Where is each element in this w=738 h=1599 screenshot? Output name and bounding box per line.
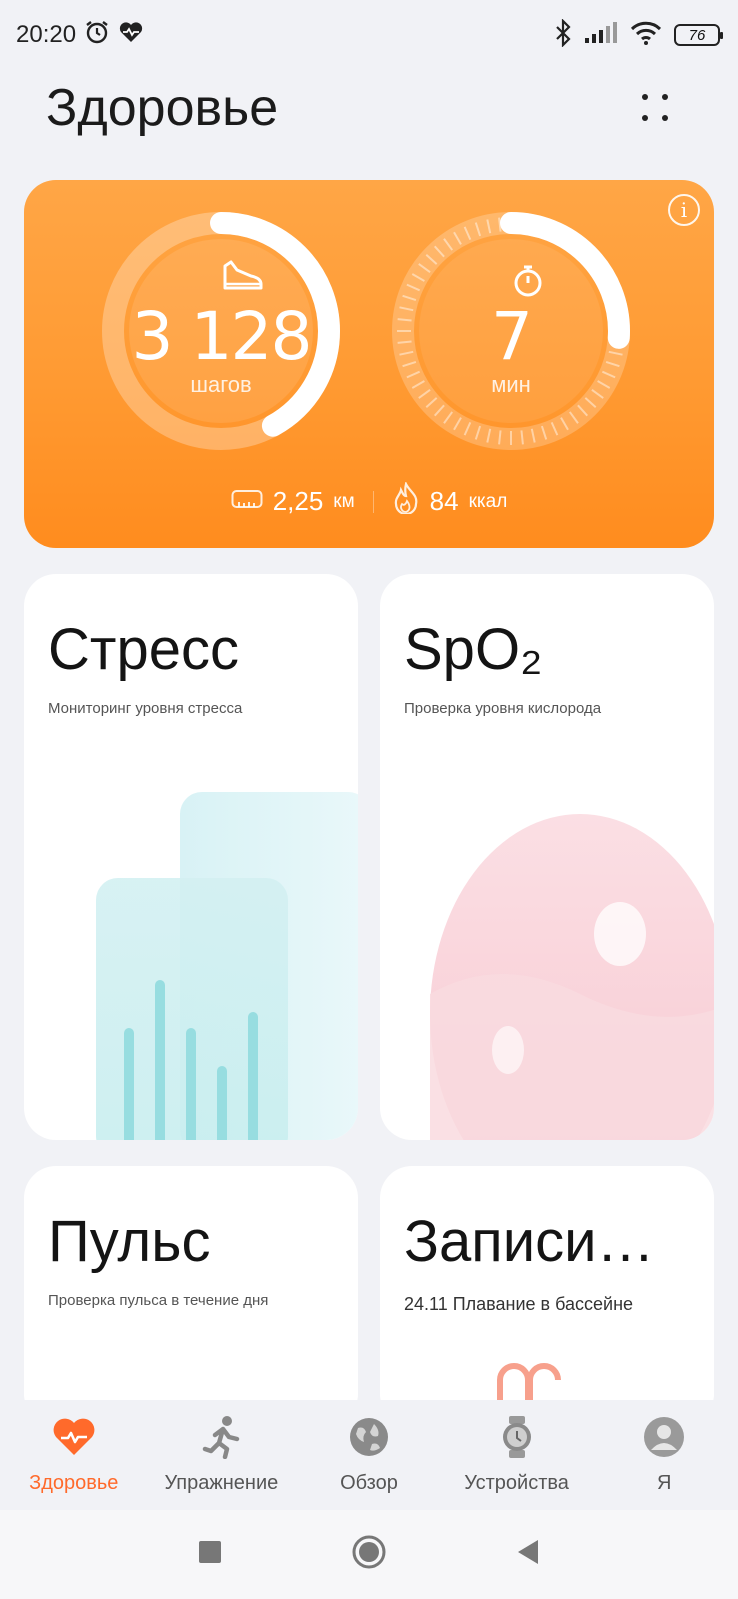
calories-stat: 84 ккал (392, 480, 508, 521)
bluetooth-icon (554, 17, 572, 52)
health-heart-icon (118, 20, 144, 51)
pulse-subtitle: Проверка пульса в течение дня (48, 1292, 269, 1309)
active-time-unit: мин (491, 372, 531, 397)
running-icon (198, 1414, 244, 1460)
nav-devices-label: Устройства (464, 1472, 569, 1494)
nav-overview[interactable]: Обзор (295, 1414, 443, 1495)
battery-indicator: 76 (674, 24, 723, 46)
bottom-navigation: Здоровье Упражнение Обзор Устройства Я (0, 1400, 738, 1510)
calories-unit: ккал (468, 490, 508, 512)
menu-dot (662, 115, 668, 121)
signal-icon (584, 21, 618, 49)
globe-icon (346, 1414, 392, 1460)
status-time: 20:20 (16, 21, 77, 48)
spo2-tile[interactable]: SpO₂ Проверка уровня кислорода (380, 574, 714, 1140)
wifi-icon (630, 21, 662, 50)
status-bar: 20:20 76 (0, 0, 738, 70)
nav-exercise-label: Упражнение (164, 1472, 279, 1494)
pulse-title: Пульс (48, 1209, 211, 1274)
stress-illustration (96, 792, 358, 1140)
stat-divider (372, 490, 374, 513)
nav-health[interactable]: Здоровье (0, 1414, 148, 1495)
profile-icon (641, 1414, 687, 1460)
alarm-icon (84, 19, 110, 52)
activity-card[interactable]: i 3 128 шагов 7 мин 2,25 км 84 ккал (24, 180, 714, 548)
oxygen-drop-illustration (430, 814, 714, 1140)
pulse-tile[interactable]: Пульс Проверка пульса в течение дня (24, 1166, 358, 1426)
activity-stats: 2,25 км 84 ккал (24, 480, 714, 521)
distance-unit: км (333, 490, 355, 512)
records-tile[interactable]: Записи… 24.11 Плавание в бассейне (380, 1166, 714, 1426)
home-button[interactable] (352, 1535, 386, 1574)
flame-icon (392, 480, 420, 521)
active-time-value: 7 (491, 298, 533, 375)
steps-value: 3 128 (131, 298, 313, 375)
pool-illustration (450, 1363, 636, 1426)
distance-stat: 2,25 км (231, 486, 355, 517)
watch-icon (494, 1414, 540, 1460)
more-menu-button[interactable] (634, 88, 674, 128)
ruler-icon (231, 488, 263, 516)
menu-dot (642, 94, 648, 100)
nav-me-label: Я (656, 1472, 672, 1494)
heart-icon (51, 1414, 97, 1460)
nav-me[interactable]: Я (590, 1414, 738, 1495)
distance-value: 2,25 (272, 486, 324, 516)
steps-ring: 3 128 шагов (100, 210, 342, 452)
recent-apps-button[interactable] (198, 1540, 222, 1569)
back-button[interactable] (516, 1539, 540, 1570)
nav-devices[interactable]: Устройства (443, 1414, 591, 1495)
steps-unit: шагов (190, 372, 252, 397)
info-icon[interactable]: i (668, 194, 700, 226)
nav-overview-label: Обзор (340, 1472, 398, 1494)
active-time-ring: 7 мин (390, 210, 632, 452)
menu-dot (642, 115, 648, 121)
stress-tile[interactable]: Стресс Мониторинг уровня стресса (24, 574, 358, 1140)
nav-exercise[interactable]: Упражнение (148, 1414, 296, 1495)
page-title: Здоровье (46, 79, 279, 137)
system-navigation (0, 1510, 738, 1599)
calories-value: 84 (429, 486, 459, 516)
menu-dot (662, 94, 668, 100)
nav-health-label: Здоровье (29, 1472, 119, 1494)
